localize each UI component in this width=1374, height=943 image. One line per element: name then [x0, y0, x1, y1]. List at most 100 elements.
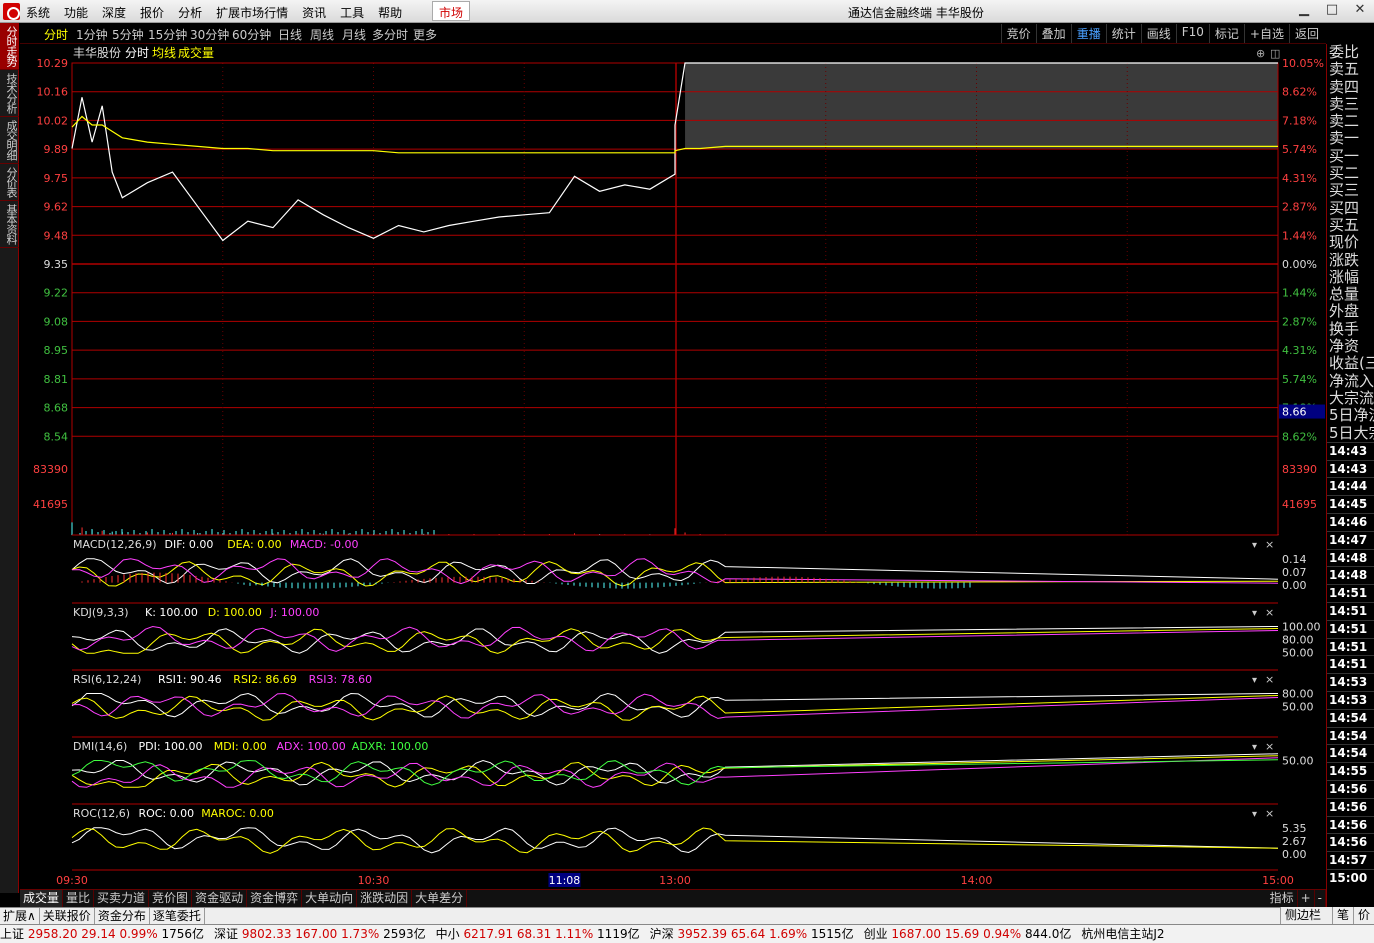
market-tab[interactable]: 市场: [432, 1, 471, 21]
indicator-value-label: DEA: 0.00: [227, 538, 281, 551]
left-tab[interactable]: 分价表: [0, 164, 19, 201]
menu-item[interactable]: 系统: [26, 4, 50, 21]
indicator-title[interactable]: DMI(14,6): [73, 740, 127, 753]
indicator-tab[interactable]: 竞价图: [149, 890, 193, 907]
chart-tool-button[interactable]: 画线: [1140, 24, 1176, 43]
menu-item[interactable]: 功能: [64, 4, 88, 21]
indicator-menu-icon[interactable]: ▾: [1252, 809, 1257, 820]
left-tab[interactable]: 技术分析: [0, 70, 19, 117]
left-tab[interactable]: 基本资料: [0, 201, 19, 248]
indicator-value-label: RSI2: 86.69: [233, 673, 297, 686]
chart-tool-button[interactable]: F10: [1175, 24, 1209, 43]
menu-item[interactable]: 工具: [340, 4, 364, 21]
restore-icon[interactable]: ◫: [1270, 47, 1280, 60]
indicator-tab[interactable]: 大单动向: [302, 890, 358, 907]
extension-tab[interactable]: 逐笔委托: [150, 908, 205, 924]
indicator-title[interactable]: KDJ(9,3,3): [73, 606, 129, 619]
period-tab[interactable]: 月线: [342, 26, 366, 43]
indicator-tab[interactable]: 资金驱动: [192, 890, 248, 907]
period-tab[interactable]: 1分钟: [76, 26, 108, 43]
close-indicator-icon[interactable]: ×: [1265, 807, 1274, 820]
index-quote[interactable]: 深证 9802.33 167.00 1.73% 2593亿: [214, 925, 426, 943]
sidebar-control[interactable]: 价: [1352, 907, 1374, 924]
intraday-chart[interactable]: 10.29 10.05% 10.16 8.62% 10.02 7.18% 9.89 5.74%…: [20, 44, 1326, 890]
menu-item[interactable]: 扩展市场行情: [216, 4, 288, 21]
period-tab[interactable]: 周线: [310, 26, 334, 43]
indicator-tick-label: 0.00: [1282, 579, 1307, 592]
indicator-title[interactable]: RSI(6,12,24): [73, 673, 141, 686]
period-tab[interactable]: 30分钟: [190, 26, 229, 43]
indicator-control[interactable]: +: [1298, 890, 1315, 907]
extension-tab[interactable]: 扩展∧: [0, 908, 40, 924]
index-change: 68.31: [516, 927, 552, 941]
avg-line-label: 均线: [152, 46, 176, 60]
minimize-icon[interactable]: ▁: [1290, 0, 1318, 22]
indicator-menu-icon[interactable]: ▾: [1252, 675, 1257, 686]
indicator-tab[interactable]: 大单差分: [412, 890, 468, 907]
close-indicator-icon[interactable]: ×: [1265, 538, 1274, 551]
indicator-menu-icon[interactable]: ▾: [1252, 742, 1257, 753]
tick-time: 14:53: [1327, 690, 1374, 709]
period-tab[interactable]: 多分时: [372, 26, 408, 43]
sidebar-control[interactable]: 侧边栏《: [1280, 907, 1332, 938]
chart-tool-button[interactable]: 重播: [1070, 24, 1106, 43]
index-price: 9802.33: [241, 927, 292, 941]
stock-name: 丰华股份: [73, 46, 121, 60]
indicator-title[interactable]: ROC(12,6): [73, 807, 130, 820]
menu-item[interactable]: 报价: [140, 4, 164, 21]
indicator-tab[interactable]: 买卖力道: [94, 890, 150, 907]
period-tab[interactable]: 日线: [278, 26, 302, 43]
index-pct: 0.99%: [119, 927, 158, 941]
menu-item[interactable]: 分析: [178, 4, 202, 21]
period-tab[interactable]: 60分钟: [232, 26, 271, 43]
index-quote[interactable]: 中小 6217.91 68.31 1.11% 1119亿: [436, 925, 640, 943]
quote-field-label: 卖三: [1329, 94, 1360, 113]
chart-tool-button[interactable]: 叠加: [1035, 24, 1071, 43]
chart-tool-button[interactable]: +自选: [1243, 24, 1289, 43]
chart-tool-button[interactable]: 标记: [1208, 24, 1244, 43]
period-tab[interactable]: 更多: [413, 26, 437, 43]
period-tab[interactable]: 分时: [44, 26, 68, 43]
indicator-menu-icon[interactable]: ▾: [1252, 608, 1257, 619]
indicator-title[interactable]: MACD(12,26,9): [73, 538, 157, 551]
index-quote[interactable]: 沪深 3952.39 65.64 1.69% 1515亿: [650, 925, 854, 943]
menu-item[interactable]: 深度: [102, 4, 126, 21]
time-axis-label: 09:30: [56, 874, 88, 887]
indicator-tab[interactable]: 成交量: [20, 890, 64, 907]
extension-tab[interactable]: 关联报价: [40, 908, 95, 924]
period-tab[interactable]: 15分钟: [148, 26, 187, 43]
indicator-value-label: PDI: 100.00: [139, 740, 203, 753]
indicator-tab[interactable]: 资金博弈: [247, 890, 303, 907]
left-tab[interactable]: 成交明细: [0, 117, 19, 164]
volume-tick-label: 83390: [33, 463, 68, 476]
index-change: 65.64: [730, 927, 766, 941]
period-tab[interactable]: 5分钟: [112, 26, 144, 43]
indicator-menu-icon[interactable]: ▾: [1252, 540, 1257, 551]
indicator-value-label: ROC: 0.00: [139, 807, 195, 820]
menu-item[interactable]: 资讯: [302, 4, 326, 21]
indicator-tab[interactable]: 涨跌动因: [357, 890, 413, 907]
menu-item[interactable]: 帮助: [378, 4, 402, 21]
index-quote[interactable]: 创业 1687.00 15.69 0.94% 844.0亿: [864, 925, 1072, 943]
indicator-control[interactable]: -: [1315, 890, 1326, 907]
indicator-tab[interactable]: 量比: [63, 890, 95, 907]
sidebar-control[interactable]: 笔: [1331, 907, 1353, 924]
index-quote[interactable]: 上证 2958.20 29.14 0.99% 1756亿: [0, 925, 204, 943]
chart-tool-button[interactable]: 返回: [1288, 24, 1324, 43]
quote-field-label: 换手: [1329, 319, 1360, 338]
left-tab[interactable]: 分时走势: [0, 23, 19, 70]
close-icon[interactable]: ✕: [1346, 0, 1374, 22]
chart-tool-button[interactable]: 统计: [1105, 24, 1141, 43]
chart-tool-button[interactable]: 竞价: [1000, 24, 1036, 43]
indicator-control[interactable]: 指标: [1267, 890, 1298, 907]
close-indicator-icon[interactable]: ×: [1265, 606, 1274, 619]
pin-icon[interactable]: ⊕: [1256, 47, 1265, 60]
close-indicator-icon[interactable]: ×: [1265, 740, 1274, 753]
tick-time: 14:51: [1327, 619, 1374, 638]
maximize-icon[interactable]: □: [1318, 0, 1346, 22]
index-pct: 1.69%: [769, 927, 808, 941]
tick-time: 14:51: [1327, 602, 1374, 620]
close-indicator-icon[interactable]: ×: [1265, 673, 1274, 686]
extension-tab[interactable]: 资金分布: [95, 908, 150, 924]
volume-tick-label-right: 41695: [1282, 498, 1317, 511]
